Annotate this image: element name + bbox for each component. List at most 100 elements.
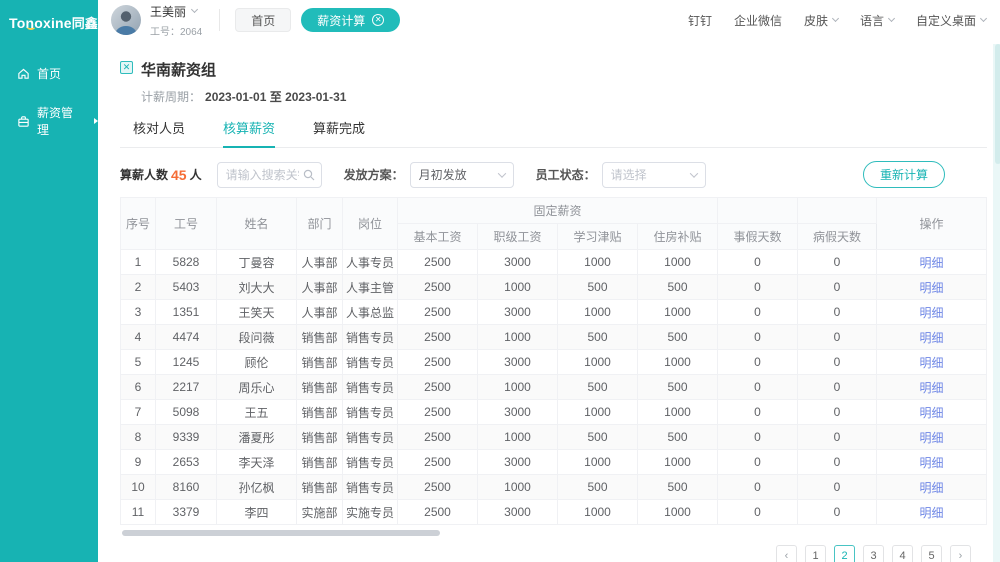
table-cell-action: 明细 [877, 400, 987, 425]
detail-link[interactable]: 明细 [920, 456, 944, 470]
avatar[interactable] [111, 5, 141, 35]
col-header-empty [718, 198, 798, 224]
tab-calc-salary[interactable]: 核算薪资 [223, 118, 275, 147]
page-button[interactable]: 4 [892, 545, 913, 562]
step-tabs: 核对人员 核算薪资 算薪完成 [120, 118, 987, 148]
employee-id: 工号：2064 [150, 23, 202, 38]
table-cell: 2500 [398, 375, 478, 400]
table-cell: 销售专员 [343, 475, 398, 500]
page-button[interactable]: 3 [863, 545, 884, 562]
col-header-employee-id: 工号 [156, 198, 217, 250]
table-cell: 销售专员 [343, 350, 398, 375]
staff-count-unit: 人 [190, 166, 202, 183]
col-header-name: 姓名 [217, 198, 297, 250]
chevron-down-icon [888, 15, 895, 22]
top-menu-item[interactable]: 自定义桌面 [916, 12, 986, 29]
salary-table-wrap: 序号 工号 姓名 部门 岗位 固定薪资 操作 基本工资 职级工资 [120, 197, 987, 536]
top-menu-item[interactable]: 语言 [860, 12, 894, 29]
detail-link[interactable]: 明细 [920, 356, 944, 370]
table-cell: 人事专员 [343, 250, 398, 275]
sidebar-item-home[interactable]: 首页 [0, 54, 98, 93]
detail-link[interactable]: 明细 [920, 306, 944, 320]
tab-check-staff[interactable]: 核对人员 [133, 118, 185, 147]
table-cell: 0 [718, 275, 798, 300]
table-cell-action: 明细 [877, 350, 987, 375]
top-menu-item[interactable]: 皮肤 [804, 12, 838, 29]
sidebar: Tonoxine同鑫 首页 薪资管理 [0, 0, 98, 562]
detail-link[interactable]: 明细 [920, 256, 944, 270]
tab-calc-done[interactable]: 算薪完成 [313, 118, 365, 147]
close-icon[interactable]: ✕ [372, 14, 384, 26]
chevron-down-icon [832, 15, 839, 22]
table-cell: 500 [638, 475, 718, 500]
page-button[interactable]: 1 [805, 545, 826, 562]
table-cell: 1000 [638, 300, 718, 325]
vertical-scrollbar[interactable] [993, 44, 1000, 562]
detail-link[interactable]: 明细 [920, 381, 944, 395]
content: ✕ 华南薪资组 计薪周期：2023-01-01 至 2023-01-31 核对人… [98, 40, 1000, 562]
table-cell: 销售专员 [343, 325, 398, 350]
table-cell: 8 [121, 425, 156, 450]
detail-link[interactable]: 明细 [920, 331, 944, 345]
detail-link[interactable]: 明细 [920, 431, 944, 445]
table-cell: 1245 [156, 350, 217, 375]
table-cell: 500 [558, 425, 638, 450]
table-cell: 2500 [398, 250, 478, 275]
pay-period-value: 2023-01-01 至 2023-01-31 [205, 90, 346, 104]
page-button[interactable]: 5 [921, 545, 942, 562]
top-menu-item-label: 钉钉 [688, 12, 712, 29]
avatar-person-icon [111, 5, 141, 35]
employee-status-select[interactable]: 请选择 [602, 162, 706, 188]
user-name-dropdown[interactable]: 王美丽 [150, 3, 202, 20]
page-button[interactable]: 2 [834, 545, 855, 562]
sidebar-item-salary-management[interactable]: 薪资管理 [0, 93, 98, 149]
table-cell: 0 [798, 400, 877, 425]
col-header-grade-salary: 职级工资 [478, 224, 558, 250]
recalculate-button[interactable]: 重新计算 [863, 161, 945, 188]
table-cell-action: 明细 [877, 325, 987, 350]
table-cell: 9339 [156, 425, 217, 450]
vertical-scrollbar-thumb[interactable] [995, 44, 1000, 164]
table-cell: 0 [798, 275, 877, 300]
nav-tab-home[interactable]: 首页 [235, 8, 291, 32]
table-cell: 2500 [398, 500, 478, 525]
table-cell: 500 [558, 275, 638, 300]
table-cell: 3000 [478, 400, 558, 425]
table-cell: 4474 [156, 325, 217, 350]
next-page-button[interactable] [950, 545, 971, 562]
detail-link[interactable]: 明细 [920, 506, 944, 520]
detail-link[interactable]: 明细 [920, 481, 944, 495]
employee-status-label: 员工状态： [536, 166, 596, 183]
table-cell: 0 [798, 475, 877, 500]
pagination-pages: 12345 [805, 545, 942, 562]
logo-text-cn: 同鑫 [72, 16, 98, 31]
back-icon[interactable]: ✕ [120, 61, 133, 74]
table-cell: 销售专员 [343, 450, 398, 475]
col-group-fixed-salary: 固定薪资 [398, 198, 718, 224]
table-cell: 2500 [398, 425, 478, 450]
detail-link[interactable]: 明细 [920, 406, 944, 420]
top-menu-item[interactable]: 企业微信 [734, 12, 782, 29]
table-cell: 1000 [558, 500, 638, 525]
table-cell: 顾伦 [217, 350, 297, 375]
prev-page-button[interactable] [776, 545, 797, 562]
payment-plan-value: 月初发放 [419, 166, 467, 183]
payment-plan-select[interactable]: 月初发放 [410, 162, 514, 188]
table-cell: 2217 [156, 375, 217, 400]
table-cell: 4 [121, 325, 156, 350]
table-cell: 0 [798, 250, 877, 275]
table-cell: 销售部 [297, 350, 343, 375]
horizontal-scrollbar-thumb[interactable] [122, 530, 440, 536]
table-cell: 0 [798, 500, 877, 525]
table-cell-action: 明细 [877, 475, 987, 500]
nav-tab-salary-calc[interactable]: 薪资计算 ✕ [301, 8, 400, 32]
table-cell: 丁曼容 [217, 250, 297, 275]
table-cell: 1351 [156, 300, 217, 325]
table-cell: 1000 [558, 300, 638, 325]
top-menu-item[interactable]: 钉钉 [688, 12, 712, 29]
user-name: 王美丽 [150, 3, 186, 20]
detail-link[interactable]: 明细 [920, 281, 944, 295]
salary-table: 序号 工号 姓名 部门 岗位 固定薪资 操作 基本工资 职级工资 [120, 197, 987, 525]
table-cell: 3000 [478, 350, 558, 375]
pagination: 12345 [120, 545, 987, 562]
